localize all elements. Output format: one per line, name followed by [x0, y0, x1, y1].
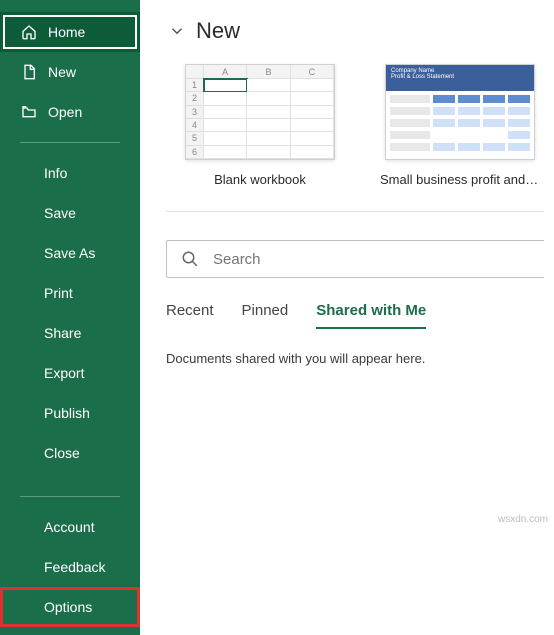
section-divider	[166, 211, 544, 212]
row-header: 2	[186, 92, 204, 105]
row-header: 6	[186, 146, 204, 159]
main-inner: New A B C 1 2 3 4 5 6 Blank workbook	[140, 18, 554, 366]
home-icon	[20, 23, 38, 41]
section-title: New	[196, 18, 240, 44]
sidebar-middle-nav: Info Save Save As Print Share Export Pub…	[0, 153, 140, 473]
search-icon	[181, 250, 199, 268]
col-header: A	[204, 65, 247, 79]
sidebar-item-print[interactable]: Print	[0, 273, 140, 313]
sidebar-item-home[interactable]: Home	[0, 12, 140, 52]
sidebar-item-save[interactable]: Save	[0, 193, 140, 233]
empty-state-text: Documents shared with you will appear he…	[166, 351, 544, 366]
sidebar-item-publish[interactable]: Publish	[0, 393, 140, 433]
document-tabs: Recent Pinned Shared with Me	[166, 302, 544, 329]
sidebar-item-options[interactable]: Options	[0, 587, 140, 627]
template-gallery: A B C 1 2 3 4 5 6 Blank workbook Company…	[180, 64, 544, 187]
sidebar-item-label: Export	[44, 365, 84, 381]
col-header: C	[291, 65, 334, 79]
tab-shared-with-me[interactable]: Shared with Me	[316, 302, 426, 329]
sidebar-top-nav: Home New Open	[0, 12, 140, 132]
sidebar-item-new[interactable]: New	[0, 52, 140, 92]
sidebar-item-label: Home	[48, 24, 85, 40]
row-header: 1	[186, 79, 204, 92]
search-input[interactable]	[213, 251, 544, 268]
tab-recent[interactable]: Recent	[166, 302, 214, 329]
template-blank-workbook[interactable]: A B C 1 2 3 4 5 6 Blank workbook	[180, 64, 340, 187]
sidebar-item-label: Save	[44, 205, 76, 221]
sidebar-item-label: Share	[44, 325, 81, 341]
sidebar-divider	[20, 142, 120, 143]
chevron-down-icon[interactable]	[166, 20, 188, 42]
sidebar-item-label: Options	[44, 599, 92, 615]
main-content: New A B C 1 2 3 4 5 6 Blank workbook	[140, 0, 554, 635]
template-label: Small business profit and los...	[380, 172, 540, 187]
sidebar-item-account[interactable]: Account	[0, 507, 140, 547]
sidebar-item-label: Open	[48, 104, 82, 120]
col-header: B	[247, 65, 290, 79]
sidebar-item-label: Save As	[44, 245, 95, 261]
sidebar-item-label: Account	[44, 519, 95, 535]
sidebar-item-label: Print	[44, 285, 73, 301]
row-header: 3	[186, 106, 204, 119]
sidebar-bottom-nav: Account Feedback Options	[0, 486, 140, 627]
tab-pinned[interactable]: Pinned	[242, 302, 289, 329]
sidebar-item-feedback[interactable]: Feedback	[0, 547, 140, 587]
sidebar-item-info[interactable]: Info	[0, 153, 140, 193]
sidebar-item-export[interactable]: Export	[0, 353, 140, 393]
sidebar-item-save-as[interactable]: Save As	[0, 233, 140, 273]
pl-thumb-header: Company Name Profit & Loss Statement	[386, 65, 534, 91]
sidebar-item-close[interactable]: Close	[0, 433, 140, 473]
sidebar-item-label: Close	[44, 445, 80, 461]
sidebar-item-label: New	[48, 64, 76, 80]
row-header: 4	[186, 119, 204, 132]
pl-subtitle: Profit & Loss Statement	[391, 74, 529, 80]
sidebar-item-share[interactable]: Share	[0, 313, 140, 353]
template-thumbnail: Company Name Profit & Loss Statement	[385, 64, 535, 160]
search-box[interactable]	[166, 240, 544, 278]
section-header: New	[166, 18, 544, 44]
row-header: 5	[186, 132, 204, 145]
template-thumbnail: A B C 1 2 3 4 5 6	[185, 64, 335, 160]
sidebar: Home New Open Info Save Save As Print Sh…	[0, 0, 140, 635]
template-label: Blank workbook	[180, 172, 340, 187]
sidebar-item-label: Feedback	[44, 559, 105, 575]
sidebar-item-open[interactable]: Open	[0, 92, 140, 132]
template-small-business-pl[interactable]: Company Name Profit & Loss Statement Sma…	[380, 64, 540, 187]
watermark: wsxdn.com	[498, 514, 548, 525]
sidebar-item-label: Info	[44, 165, 67, 181]
open-icon	[20, 103, 38, 121]
sidebar-divider	[20, 496, 120, 497]
new-icon	[20, 63, 38, 81]
sidebar-item-label: Publish	[44, 405, 90, 421]
